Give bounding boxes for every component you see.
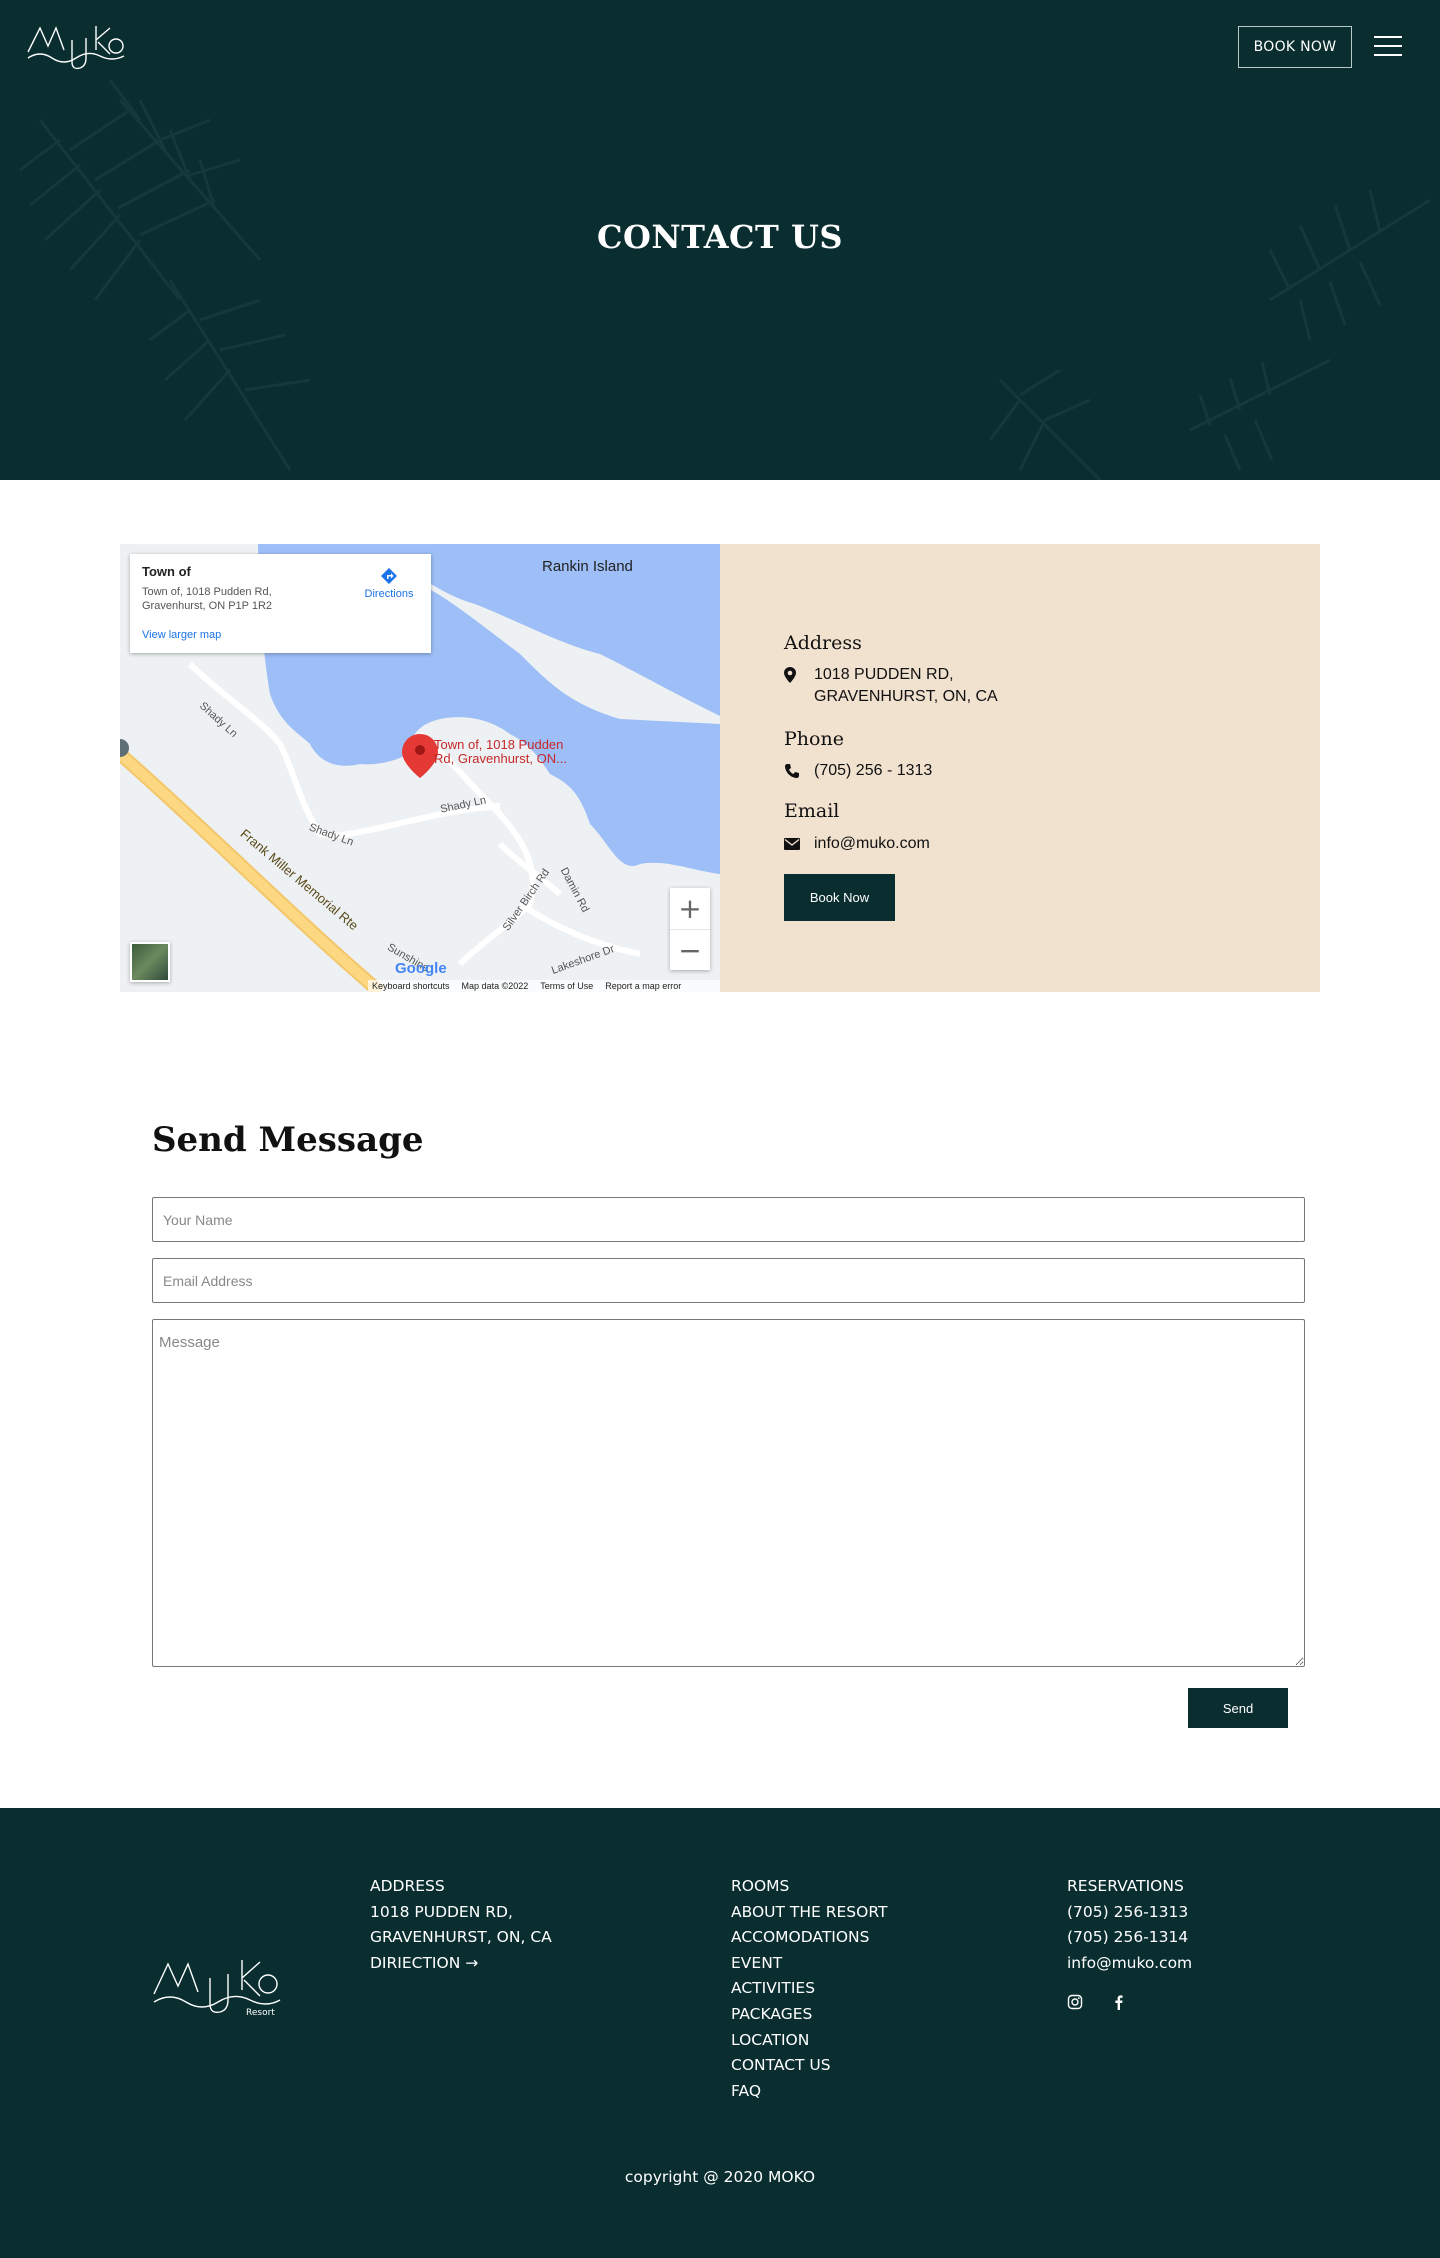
footer-link-rooms[interactable]: ROOMS (731, 1874, 887, 1900)
footer-phone-1[interactable]: (705) 256-1313 (1067, 1900, 1192, 1926)
envelope-icon (784, 833, 804, 855)
book-now-button[interactable]: Book Now (784, 874, 895, 921)
address-heading: Address (784, 632, 862, 654)
footer-link-faq[interactable]: FAQ (731, 2079, 887, 2105)
phone-icon (784, 760, 804, 782)
muko-logo[interactable] (26, 20, 126, 72)
map-marker-icon (784, 664, 804, 686)
zoom-out-button[interactable]: − (670, 929, 710, 970)
hero-header: BOOK NOW CONTACT US (0, 0, 1440, 480)
hamburger-menu-icon[interactable] (1374, 36, 1402, 58)
footer-reservations-heading: RESERVATIONS (1067, 1877, 1184, 1895)
instagram-icon[interactable] (1067, 1994, 1083, 2010)
email-row: info@muko.com (784, 833, 930, 855)
phone-heading: Phone (784, 728, 844, 750)
google-logo: Google (395, 960, 447, 977)
zoom-in-button[interactable]: + (670, 888, 710, 929)
map-info-card: Town of Town of, 1018 Pudden Rd, Gravenh… (130, 554, 431, 653)
send-button[interactable]: Send (1188, 1688, 1288, 1728)
contact-info-panel: Address 1018 PUDDEN RD, GRAVENHURST, ON,… (720, 544, 1320, 992)
footer-link-packages[interactable]: PACKAGES (731, 2002, 887, 2028)
facebook-icon[interactable] (1111, 1994, 1127, 2010)
map-card-address: Town of, 1018 Pudden Rd, Gravenhurst, ON… (142, 586, 273, 612)
footer-link-event[interactable]: EVENT (731, 1951, 887, 1977)
address-row: 1018 PUDDEN RD, GRAVENHURST, ON, CA (784, 664, 998, 708)
footer-reservations-column: RESERVATIONS (705) 256-1313 (705) 256-13… (1067, 1874, 1192, 1976)
phone-number[interactable]: (705) 256 - 1313 (814, 760, 932, 782)
address-line-1: 1018 PUDDEN RD, (814, 666, 954, 683)
map-attribution: Keyboard shortcuts Map data ©2022 Terms … (368, 980, 720, 992)
email-address[interactable]: info@muko.com (814, 833, 930, 855)
footer-address-heading: ADDRESS (370, 1877, 445, 1895)
address-line-2: GRAVENHURST, ON, CA (814, 688, 998, 705)
terms-link[interactable]: Terms of Use (540, 981, 593, 991)
directions-label: Directions (364, 588, 414, 600)
footer-email[interactable]: info@muko.com (1067, 1951, 1192, 1977)
footer-address-column: ADDRESS 1018 PUDDEN RD, GRAVENHURST, ON,… (370, 1874, 552, 1976)
phone-row: (705) 256 - 1313 (784, 760, 932, 782)
view-larger-map-link[interactable]: View larger map (142, 629, 221, 641)
footer-address-line: GRAVENHURST, ON, CA (370, 1928, 552, 1947)
map-card-title: Town of (142, 564, 191, 579)
footer-nav-column: ROOMS ABOUT THE RESORT ACCOMODATIONS EVE… (731, 1874, 887, 2104)
site-footer: Resort ADDRESS 1018 PUDDEN RD, GRAVENHUR… (0, 1808, 1440, 2258)
copyright-text: copyright @ 2020 MOKO (624, 2168, 816, 2186)
satellite-toggle[interactable] (130, 942, 170, 982)
name-input[interactable] (152, 1197, 1305, 1242)
footer-link-activities[interactable]: ACTIVITIES (731, 1976, 887, 2002)
book-now-button[interactable]: BOOK NOW (1238, 26, 1352, 68)
page-title: CONTACT US (597, 218, 843, 256)
muko-resort-logo[interactable]: Resort (152, 1952, 284, 2020)
embedded-map[interactable]: Rankin Island Shady Ln Shady Ln Shady Ln… (120, 544, 720, 992)
resort-word: Resort (246, 2008, 275, 2018)
map-place-label: Town of, 1018 Pudden Rd, Gravenhurst, ON.… (434, 737, 567, 766)
message-textarea[interactable] (152, 1319, 1305, 1667)
report-map-error-link[interactable]: Report a map error (605, 981, 681, 991)
footer-link-accomodations[interactable]: ACCOMODATIONS (731, 1925, 887, 1951)
map-label-island: Rankin Island (542, 558, 633, 575)
email-heading: Email (784, 800, 840, 822)
footer-direction-link[interactable]: DIRIECTION → (370, 1951, 552, 1977)
send-message-title: Send Message (152, 1120, 424, 1160)
directions-icon (381, 568, 397, 584)
footer-link-location[interactable]: LOCATION (731, 2028, 887, 2054)
map-zoom-controls[interactable]: + − (670, 888, 710, 970)
footer-phone-2[interactable]: (705) 256-1314 (1067, 1925, 1192, 1951)
directions-button[interactable]: Directions (358, 566, 420, 600)
footer-address-line: 1018 PUDDEN RD, (370, 1902, 513, 1921)
footer-link-contact[interactable]: CONTACT US (731, 2053, 887, 2079)
keyboard-shortcuts-link[interactable]: Keyboard shortcuts (372, 981, 450, 991)
social-links (1067, 1994, 1127, 2010)
map-data-label: Map data ©2022 (461, 981, 529, 991)
footer-link-about[interactable]: ABOUT THE RESORT (731, 1900, 887, 1926)
email-input[interactable] (152, 1258, 1305, 1303)
